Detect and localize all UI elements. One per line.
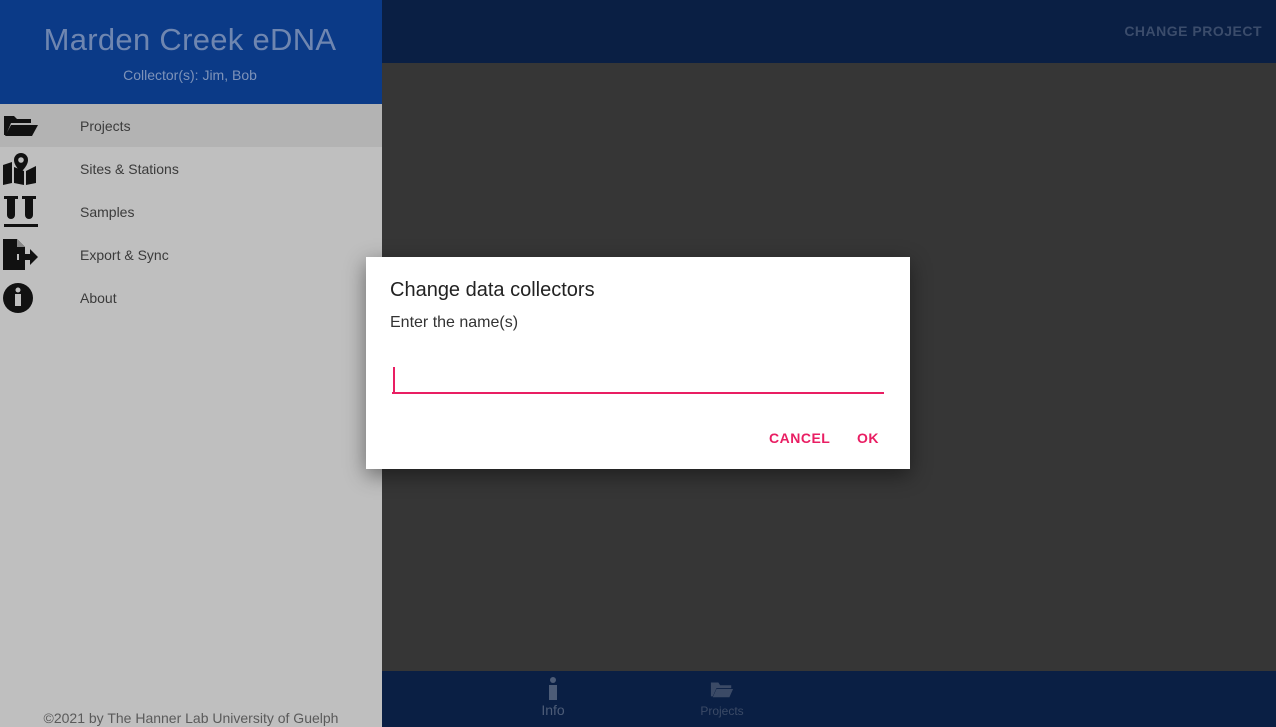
drawer-item-export-sync[interactable]: Export & Sync xyxy=(0,233,382,276)
info-icon xyxy=(549,677,557,700)
test-tubes-icon xyxy=(4,196,38,227)
file-export-icon xyxy=(3,239,38,270)
copyright-footer: ©2021 by The Hanner Lab University of Gu… xyxy=(43,710,339,726)
bottom-nav-info[interactable]: Info xyxy=(513,671,593,727)
change-project-button[interactable]: CHANGE PROJECT xyxy=(1124,23,1262,39)
bottom-nav-label: Info xyxy=(541,702,565,718)
drawer-item-label: Projects xyxy=(80,118,131,134)
text-cursor xyxy=(393,367,395,392)
drawer-item-label: Export & Sync xyxy=(80,247,169,263)
collector-names-input[interactable] xyxy=(392,364,884,394)
navigation-drawer: Marden Creek eDNA Collector(s): Jim, Bob… xyxy=(0,0,382,727)
drawer-item-sites-stations[interactable]: Sites & Stations xyxy=(0,147,382,190)
drawer-item-label: About xyxy=(80,290,117,306)
change-collectors-dialog: Change data collectors Enter the name(s)… xyxy=(366,257,910,469)
drawer-item-samples[interactable]: Samples xyxy=(0,190,382,233)
bottom-nav-projects[interactable]: Projects xyxy=(682,671,762,727)
drawer-item-about[interactable]: About xyxy=(0,276,382,319)
ok-button[interactable]: OK xyxy=(857,430,879,446)
info-circle-icon xyxy=(3,283,33,313)
cancel-button[interactable]: CANCEL xyxy=(769,430,830,446)
map-marker-icon xyxy=(3,153,36,185)
folder-icon xyxy=(710,682,734,698)
bottom-nav-label: Projects xyxy=(700,704,744,718)
drawer-header: Marden Creek eDNA Collector(s): Jim, Bob xyxy=(0,0,382,104)
drawer-item-label: Samples xyxy=(80,204,135,220)
dialog-message: Enter the name(s) xyxy=(390,314,519,331)
drawer-item-projects[interactable]: Projects xyxy=(0,104,382,147)
folder-open-icon xyxy=(4,116,38,136)
drawer-item-label: Sites & Stations xyxy=(80,161,179,177)
dialog-title: Change data collectors xyxy=(390,279,595,301)
project-title: Marden Creek eDNA xyxy=(43,22,337,57)
collectors-label[interactable]: Collector(s): Jim, Bob xyxy=(0,67,380,83)
